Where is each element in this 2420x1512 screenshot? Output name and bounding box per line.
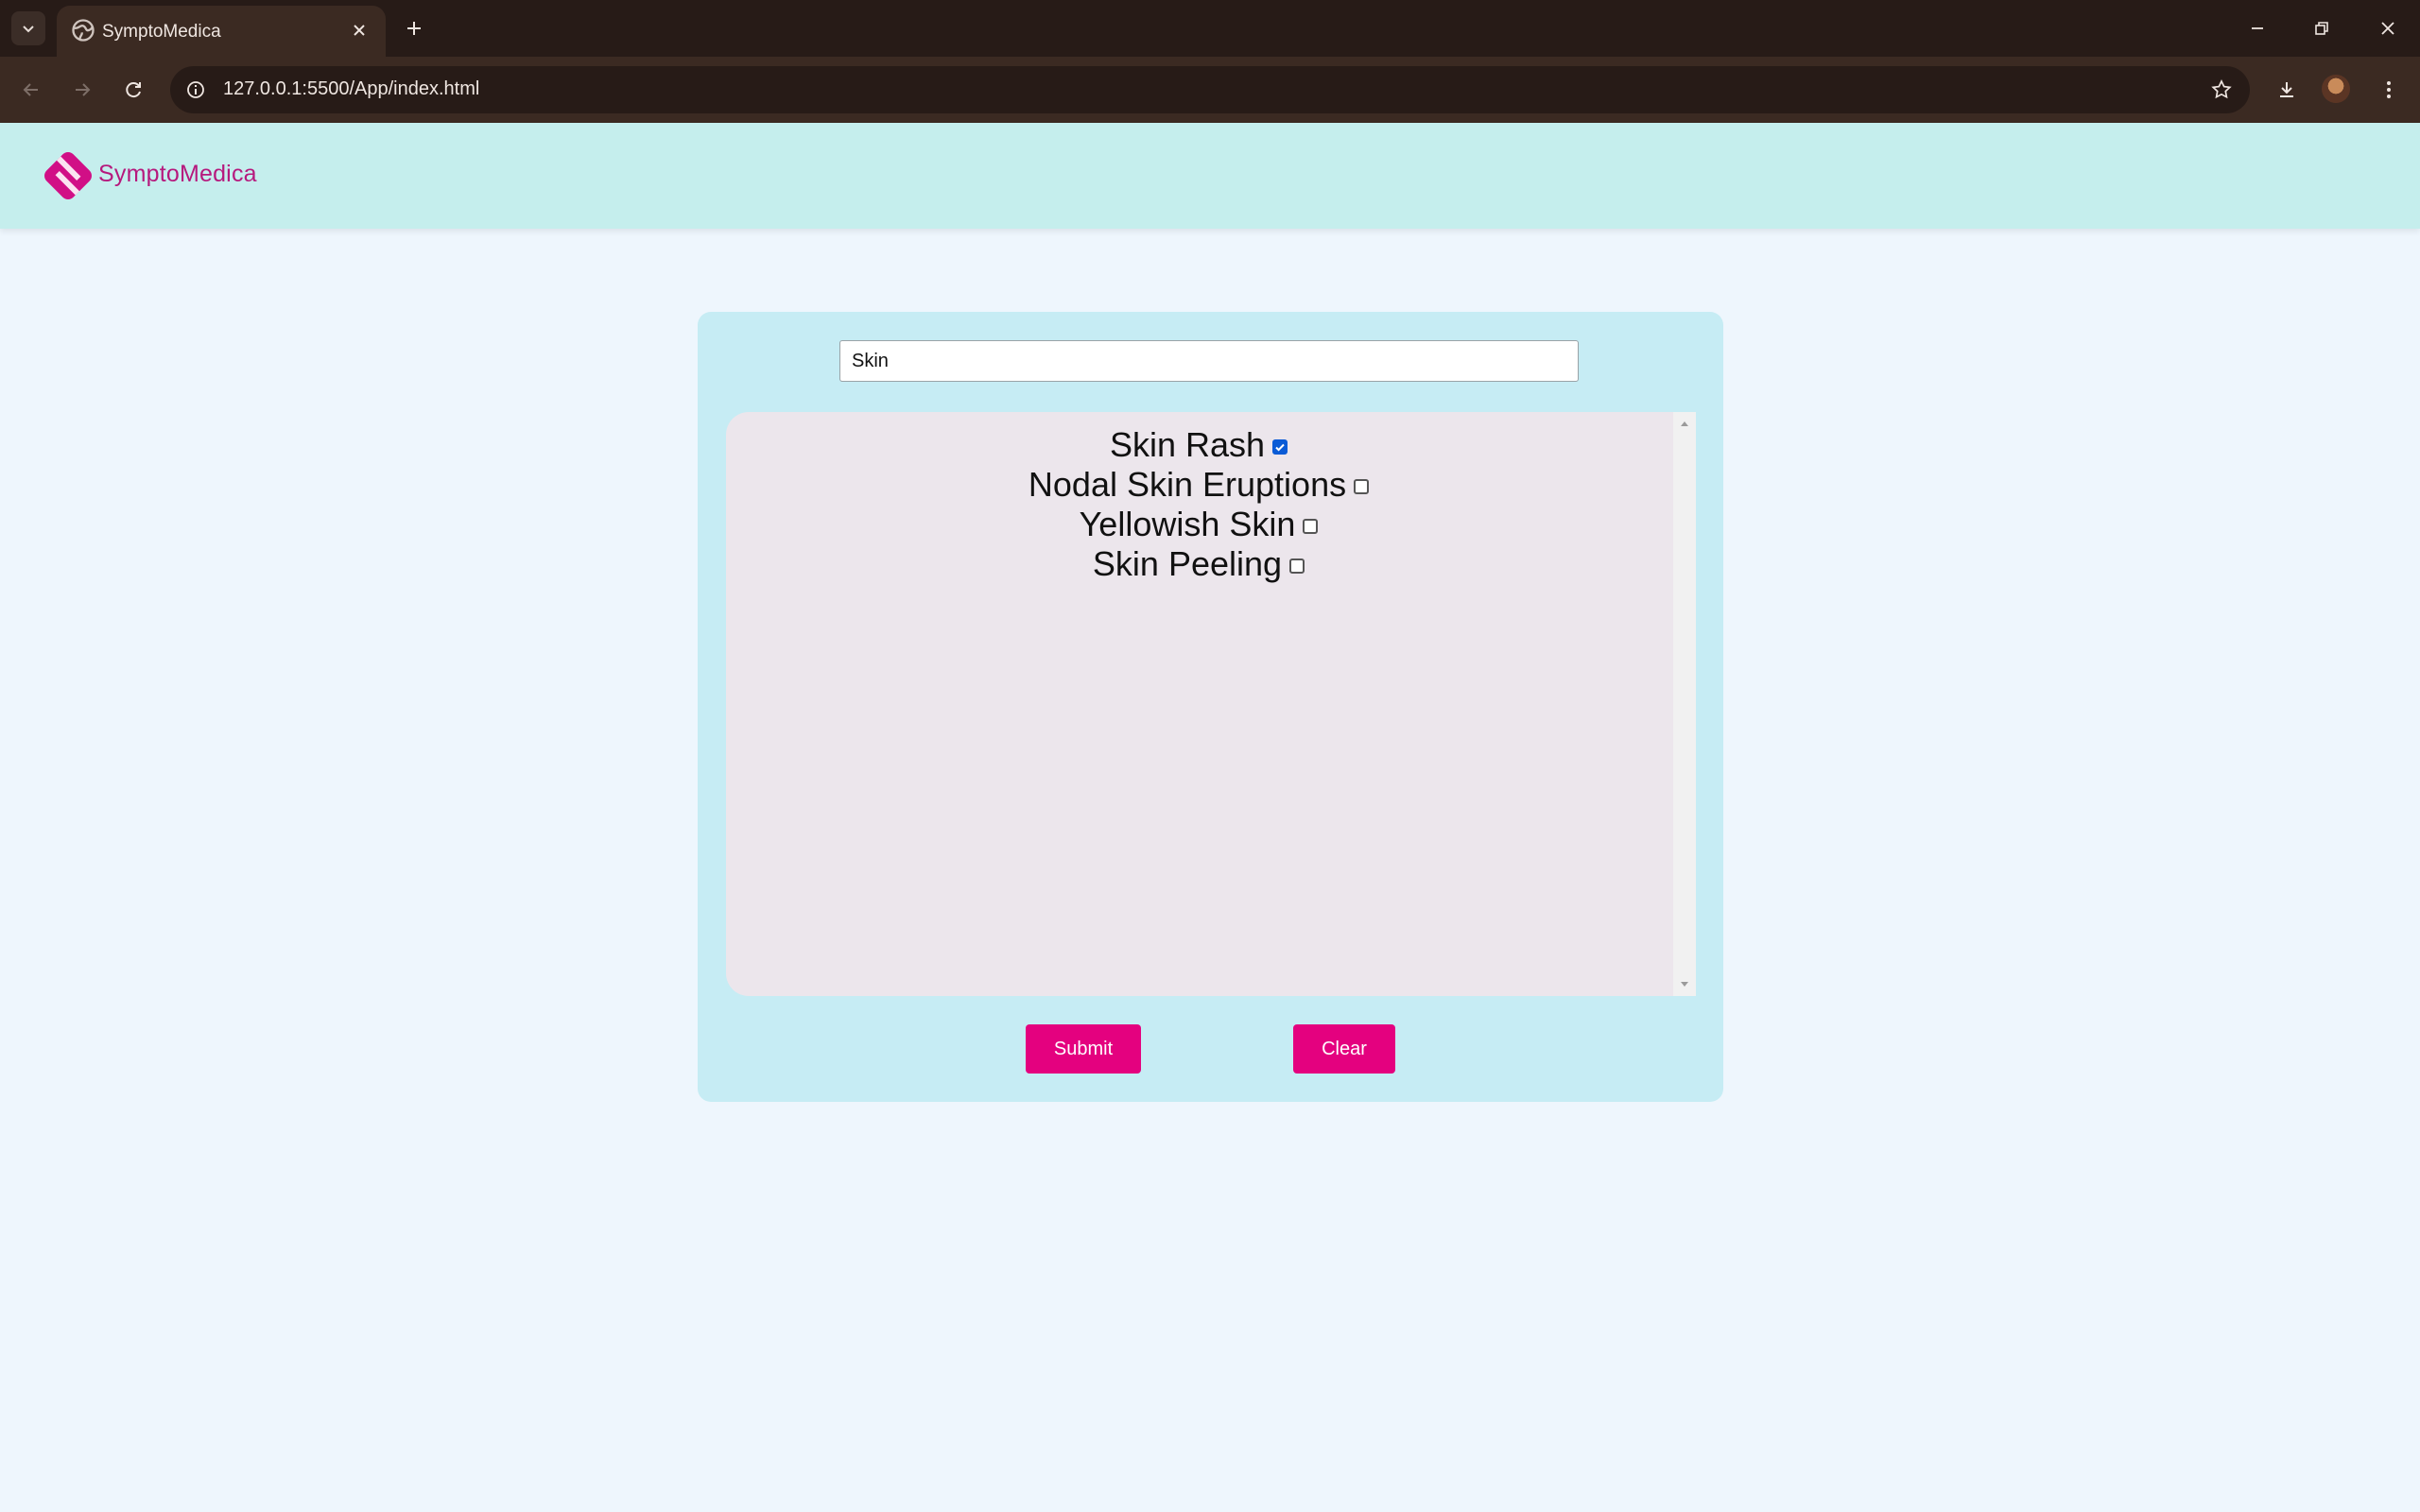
minimize-icon [2252, 27, 2263, 29]
arrow-right-icon [76, 83, 91, 96]
restore-icon [2315, 22, 2328, 35]
restore-button[interactable] [2290, 0, 2354, 57]
reload-icon [126, 82, 141, 98]
symptom-checkbox[interactable] [1272, 439, 1288, 455]
forward-button[interactable] [64, 72, 100, 108]
clear-button[interactable]: Clear [1293, 1024, 1395, 1074]
tab-title: SymptoMedica [102, 22, 221, 42]
submit-button[interactable]: Submit [1026, 1024, 1141, 1074]
brand-name: SymptoMedica [98, 161, 257, 187]
browser-tab[interactable]: SymptoMedica [57, 6, 386, 57]
close-icon [2381, 22, 2394, 35]
close-window-button[interactable] [2356, 0, 2420, 57]
symptom-checkbox[interactable] [1303, 519, 1319, 534]
profile-avatar[interactable] [2322, 75, 2350, 103]
back-button[interactable] [13, 72, 49, 108]
chevron-down-icon [23, 26, 34, 33]
symptom-label: Yellowish Skin [1079, 505, 1296, 543]
symptom-item-skin-rash[interactable]: Skin Rash [1110, 425, 1288, 465]
globe-icon [72, 19, 95, 42]
site-info-icon[interactable] [182, 76, 210, 104]
symptom-item-nodal-skin-eruptions[interactable]: Nodal Skin Eruptions [1028, 465, 1370, 505]
browser-menu-button[interactable] [2371, 72, 2407, 108]
symptom-label: Nodal Skin Eruptions [1028, 465, 1347, 504]
logo-icon [44, 152, 92, 199]
symptom-checkbox[interactable] [1289, 558, 1305, 574]
checkmark-icon [1275, 443, 1285, 452]
scroll-down-icon[interactable] [1677, 977, 1692, 992]
downloads-button[interactable] [2269, 72, 2305, 108]
address-bar[interactable]: 127.0.0.1:5500/App/index.html [170, 66, 2250, 113]
browser-toolbar: 127.0.0.1:5500/App/index.html [0, 57, 2420, 123]
arrow-left-icon [23, 83, 38, 96]
symptom-label: Skin Peeling [1092, 544, 1283, 583]
list-scrollbar[interactable] [1673, 412, 1696, 996]
download-icon [2280, 82, 2293, 97]
symptom-list[interactable]: Skin Rash Nodal Skin Eruptions Yellowish… [726, 412, 1696, 996]
tab-close-icon[interactable] [346, 17, 372, 43]
plus-icon [407, 22, 421, 35]
symptom-card: Skin Rash Nodal Skin Eruptions Yellowish… [698, 312, 1723, 1102]
site-header: SymptoMedica [0, 123, 2420, 229]
symptom-item-yellowish-skin[interactable]: Yellowish Skin [1080, 505, 1319, 544]
symptom-items: Skin Rash Nodal Skin Eruptions Yellowish… [726, 425, 1671, 584]
bookmark-star-icon[interactable] [2206, 75, 2237, 105]
scroll-up-icon[interactable] [1677, 416, 1692, 431]
symptom-item-skin-peeling[interactable]: Skin Peeling [1093, 544, 1305, 584]
tab-search-button[interactable] [11, 11, 45, 45]
address-url: 127.0.0.1:5500/App/index.html [223, 78, 480, 99]
symptom-label: Skin Rash [1109, 425, 1266, 464]
more-vertical-icon [2387, 81, 2391, 98]
minimize-button[interactable] [2225, 0, 2290, 57]
symptom-checkbox[interactable] [1354, 479, 1370, 494]
browser-tab-bar: SymptoMedica [0, 0, 2420, 57]
new-tab-button[interactable] [397, 11, 431, 45]
symptom-search-input[interactable] [839, 340, 1579, 382]
reload-button[interactable] [115, 72, 151, 108]
